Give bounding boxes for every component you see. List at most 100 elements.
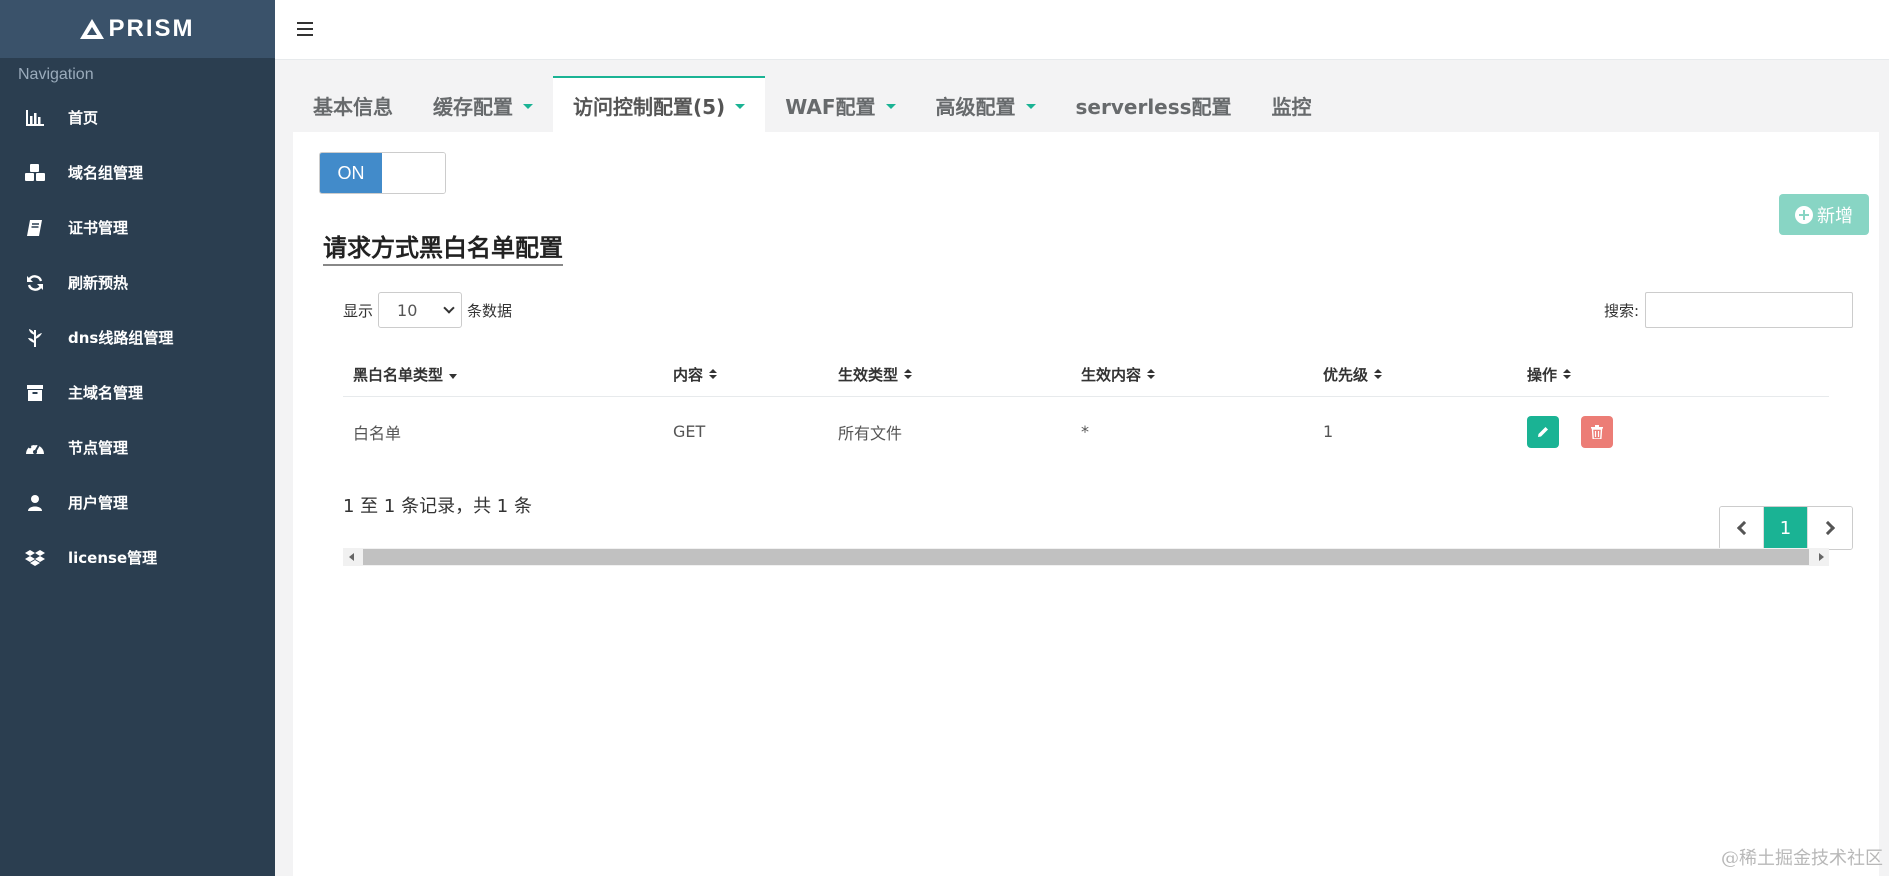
sort-icon [904, 369, 913, 379]
caret-down-icon [523, 103, 533, 109]
table-info: 1 至 1 条记录，共 1 条 [343, 496, 532, 517]
header-effect-type[interactable]: 生效类型 [828, 364, 1071, 385]
sort-desc-icon [449, 373, 458, 379]
tab-label: 访问控制配置(5) [573, 94, 726, 119]
tab-advanced-config[interactable]: 高级配置 [916, 78, 1056, 132]
sidebar-item-label: 节点管理 [68, 439, 129, 457]
main-content: 基本信息 缓存配置 访问控制配置(5) WAF配置 高级配置 serverles… [275, 60, 1889, 876]
tab-label: 高级配置 [935, 94, 1016, 119]
header-label: 黑白名单类型 [353, 365, 444, 384]
tab-monitoring[interactable]: 监控 [1252, 78, 1332, 132]
trash-icon [1591, 424, 1603, 439]
page-length-control: 显示 10 条数据 [343, 292, 512, 328]
watermark: @稀土掘金技术社区 [1721, 848, 1883, 869]
header-label: 操作 [1527, 365, 1558, 384]
section-title: 请求方式黑白名单配置 [323, 228, 563, 266]
chevron-right-icon [1820, 520, 1836, 536]
cubes-icon [24, 162, 46, 184]
header-label: 内容 [673, 365, 704, 384]
config-tabs: 基本信息 缓存配置 访问控制配置(5) WAF配置 高级配置 serverles… [293, 76, 1332, 132]
refresh-icon [24, 272, 46, 294]
search-label: 搜索: [1603, 301, 1639, 320]
header-label: 生效内容 [1081, 365, 1142, 384]
sidebar-item-certificates[interactable]: 证书管理 [0, 200, 275, 255]
menu-toggle-icon[interactable] [297, 22, 313, 36]
add-button[interactable]: 新增 [1779, 194, 1869, 235]
caret-down-icon [1025, 103, 1036, 109]
page-button[interactable]: 1 [1764, 507, 1808, 549]
toggle-off-handle [382, 153, 445, 193]
delete-button[interactable] [1581, 415, 1613, 448]
caret-down-icon [885, 103, 896, 109]
sort-icon [1563, 369, 1572, 379]
scroll-thumb[interactable] [363, 549, 1809, 565]
header-list-type[interactable]: 黑白名单类型 [343, 364, 663, 385]
sidebar-item-label: 主域名管理 [68, 384, 144, 402]
add-button-label: 新增 [1817, 205, 1853, 227]
sidebar: PRISM Navigation 首页 域名组管理 证书管理 刷新预热 dns线… [0, 0, 275, 876]
sidebar-item-main-domains[interactable]: 主域名管理 [0, 365, 275, 420]
bar-chart-icon [24, 107, 46, 129]
plant-icon [24, 327, 46, 349]
nav-heading: Navigation [18, 66, 94, 83]
scroll-left-arrow[interactable] [343, 548, 359, 566]
cell-list-type: 白名单 [353, 423, 402, 443]
cell-effect-content: * [1081, 422, 1089, 441]
sidebar-item-home[interactable]: 首页 [0, 90, 275, 145]
tab-serverless-config[interactable]: serverless配置 [1056, 78, 1252, 132]
prev-page-button[interactable] [1720, 507, 1764, 549]
sidebar-item-label: 域名组管理 [68, 164, 144, 182]
pagination: 1 [1719, 506, 1853, 550]
toggle-on-label: ON [320, 153, 382, 193]
search-input[interactable] [1645, 292, 1853, 328]
edit-button[interactable] [1527, 415, 1559, 448]
dashboard-icon [24, 437, 46, 459]
show-prefix: 显示 [343, 301, 374, 320]
logo-triangle-icon [80, 19, 105, 39]
page-size-select[interactable]: 10 [378, 292, 463, 328]
plus-circle-icon [1795, 205, 1813, 224]
header-label: 生效类型 [838, 365, 899, 384]
sort-icon [709, 369, 718, 379]
sidebar-item-label: 用户管理 [68, 494, 129, 512]
tab-waf-config[interactable]: WAF配置 [765, 78, 915, 132]
tab-label: WAF配置 [785, 94, 876, 119]
book-icon [24, 217, 46, 239]
tab-panel: ON 新增 请求方式黑白名单配置 显示 10 条数据 搜索: 黑白名单类型 内容… [293, 132, 1879, 876]
sidebar-item-dns-line-groups[interactable]: dns线路组管理 [0, 310, 275, 365]
chevron-down-icon [443, 302, 455, 314]
sidebar-item-label: license管理 [68, 549, 158, 567]
scroll-right-arrow[interactable] [1813, 548, 1829, 566]
header-priority[interactable]: 优先级 [1313, 364, 1517, 385]
enable-toggle[interactable]: ON [319, 152, 446, 194]
sidebar-item-refresh-preheat[interactable]: 刷新预热 [0, 255, 275, 310]
sidebar-item-label: 首页 [68, 109, 99, 127]
sidebar-item-label: 证书管理 [68, 219, 129, 237]
sidebar-item-domain-groups[interactable]: 域名组管理 [0, 145, 275, 200]
sidebar-item-users[interactable]: 用户管理 [0, 475, 275, 530]
chevron-left-icon [1736, 520, 1751, 536]
sidebar-item-nodes[interactable]: 节点管理 [0, 420, 275, 475]
cell-actions [1517, 415, 1829, 448]
header-effect-content[interactable]: 生效内容 [1071, 364, 1313, 385]
next-page-button[interactable] [1808, 507, 1852, 549]
header-content[interactable]: 内容 [663, 364, 828, 385]
triangle-left-icon [348, 553, 354, 561]
cell-effect-type: 所有文件 [838, 423, 903, 443]
tab-label: 基本信息 [313, 94, 393, 119]
horizontal-scrollbar[interactable] [343, 548, 1829, 566]
top-bar [275, 0, 1889, 60]
sidebar-item-label: 刷新预热 [68, 274, 129, 292]
tab-cache-config[interactable]: 缓存配置 [413, 78, 553, 132]
cell-content: GET [673, 422, 706, 441]
tab-basic-info[interactable]: 基本信息 [293, 78, 413, 132]
brand-logo[interactable]: PRISM [80, 15, 194, 43]
archive-icon [24, 382, 46, 404]
sidebar-item-license[interactable]: license管理 [0, 530, 275, 585]
header-actions[interactable]: 操作 [1517, 364, 1829, 385]
triangle-right-icon [1818, 553, 1824, 561]
caret-down-icon [735, 103, 746, 109]
show-suffix: 条数据 [467, 301, 513, 320]
tab-access-control[interactable]: 访问控制配置(5) [553, 76, 766, 132]
dropbox-icon [24, 547, 46, 569]
